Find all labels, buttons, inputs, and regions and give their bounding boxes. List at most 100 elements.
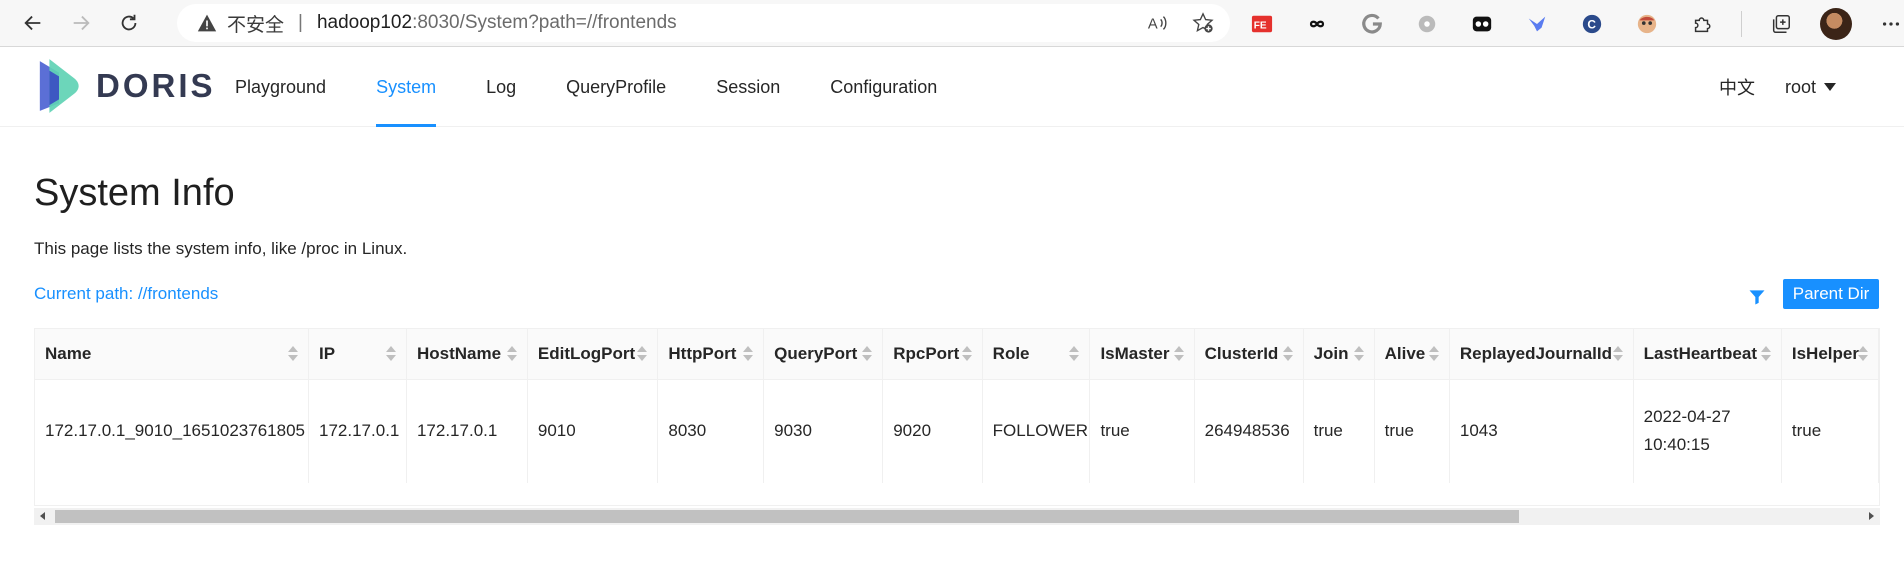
puzzle-icon[interactable] — [1686, 8, 1718, 40]
sort-icon[interactable] — [288, 346, 299, 362]
fe-icon[interactable]: FE — [1246, 8, 1278, 40]
column-header-label: Name — [45, 343, 92, 363]
sort-icon[interactable] — [743, 346, 754, 362]
menu-playground[interactable]: Playground — [210, 47, 351, 125]
column-header-label: HostName — [416, 343, 502, 363]
table-cell: 9020 — [882, 379, 983, 483]
table-cell: 8030 — [657, 379, 765, 483]
bird-icon[interactable] — [1521, 8, 1553, 40]
column-header[interactable]: IsHelper — [1781, 329, 1879, 380]
current-path[interactable]: Current path: //frontends — [34, 284, 218, 304]
svg-text:FE: FE — [1254, 21, 1267, 32]
warning-icon[interactable] — [197, 12, 219, 34]
forward-button[interactable] — [62, 4, 100, 42]
table-cell: 9010 — [527, 379, 659, 483]
column-header-label: EditLogPort — [537, 343, 636, 363]
extensions-bar: FE C — [1246, 8, 1904, 40]
g-icon[interactable] — [1356, 8, 1388, 40]
column-header[interactable]: Name — [35, 329, 310, 380]
column-header[interactable]: IsMaster — [1089, 329, 1195, 380]
column-header-label: LastHeartbeat — [1643, 343, 1757, 363]
filter-icon[interactable] — [1747, 287, 1767, 307]
column-header[interactable]: ClusterId — [1194, 329, 1304, 380]
scroll-left-icon[interactable] — [40, 512, 45, 520]
table-row: 172.17.0.1_9010_1651023761805 172.17.0.1 1… — [35, 379, 1879, 483]
parent-dir-button[interactable]: Parent Dir — [1783, 279, 1879, 309]
table-cell: FOLLOWER — [982, 379, 1091, 483]
url-separator: | — [298, 12, 303, 33]
table-cell: true — [1374, 379, 1450, 483]
settings-flower-icon[interactable] — [1411, 8, 1443, 40]
system-table: Name IP HostName EditLogPort HttpPort QueryPo… — [34, 328, 1880, 506]
column-header-label: IsHelper — [1791, 343, 1859, 363]
table-header-row: Name IP HostName EditLogPort HttpPort QueryPo… — [35, 329, 1879, 380]
page-title: System Info — [34, 172, 235, 214]
address-bar[interactable]: 不安全 | hadoop102:8030/System?path=//front… — [177, 4, 1230, 42]
mask-icon[interactable] — [1466, 8, 1498, 40]
table-cell: 2022-04-27 10:40:15 — [1633, 379, 1782, 483]
table-cell: 172.17.0.1 — [406, 379, 528, 483]
column-header[interactable]: LastHeartbeat — [1633, 329, 1782, 380]
column-header[interactable]: QueryPort — [763, 329, 884, 380]
sort-icon[interactable] — [1282, 346, 1293, 362]
menu-queryprofile[interactable]: QueryProfile — [541, 47, 691, 125]
table-cell: true — [1781, 379, 1879, 483]
favorite-add-icon[interactable] — [1190, 10, 1216, 36]
sort-icon[interactable] — [1858, 346, 1868, 362]
arrow-right-icon — [73, 15, 90, 31]
table-cell: true — [1089, 379, 1195, 483]
sort-icon[interactable] — [385, 346, 396, 362]
doris-logo[interactable]: DORIS — [36, 57, 216, 115]
arrow-left-icon — [24, 15, 41, 31]
sort-icon[interactable] — [1173, 346, 1184, 362]
column-header[interactable]: HttpPort — [657, 329, 765, 380]
menu-configuration[interactable]: Configuration — [805, 47, 962, 125]
column-header-label: IP — [319, 343, 336, 363]
c-icon[interactable]: C — [1576, 8, 1608, 40]
column-header[interactable]: Join — [1303, 329, 1375, 380]
more-icon[interactable] — [1875, 8, 1904, 40]
column-header[interactable]: HostName — [406, 329, 528, 380]
sort-icon[interactable] — [1069, 346, 1080, 362]
sort-icon[interactable] — [1428, 346, 1439, 362]
main-menu: Playground System Log QueryProfile Sessi… — [210, 47, 962, 127]
column-header-label: Role — [992, 343, 1030, 363]
menu-session[interactable]: Session — [691, 47, 805, 125]
insecure-label: 不安全 — [227, 14, 285, 36]
column-header[interactable]: Alive — [1374, 329, 1450, 380]
read-aloud-icon[interactable]: A — [1144, 10, 1170, 36]
language-switch[interactable]: 中文 — [1719, 74, 1755, 100]
infinity-icon[interactable] — [1301, 8, 1333, 40]
sort-icon[interactable] — [1353, 346, 1364, 362]
table-cell: 264948536 — [1194, 379, 1304, 483]
menu-log[interactable]: Log — [461, 47, 541, 125]
collections-icon[interactable] — [1765, 8, 1797, 40]
sort-icon[interactable] — [1612, 346, 1623, 362]
refresh-button[interactable] — [110, 4, 148, 42]
menu-system[interactable]: System — [351, 47, 461, 127]
horizontal-scrollbar[interactable] — [34, 508, 1880, 525]
column-header[interactable]: RpcPort — [882, 329, 983, 380]
frontends-table: Name IP HostName EditLogPort HttpPort QueryPo… — [35, 329, 1879, 483]
column-header-label: ClusterId — [1204, 343, 1279, 363]
header-actions: 中文 root — [1719, 74, 1836, 100]
back-button[interactable] — [14, 4, 52, 42]
scroll-right-icon[interactable] — [1869, 512, 1874, 520]
logo-text: DORIS — [96, 67, 216, 104]
face-icon[interactable] — [1631, 8, 1663, 40]
svg-text:C: C — [1587, 18, 1596, 32]
column-header[interactable]: ReplayedJournalId — [1449, 329, 1634, 380]
column-header[interactable]: Role — [982, 329, 1091, 380]
user-menu[interactable]: root — [1785, 77, 1836, 98]
sort-icon[interactable] — [1760, 346, 1771, 362]
column-header[interactable]: IP — [308, 329, 407, 380]
sort-icon[interactable] — [506, 346, 517, 362]
sort-icon[interactable] — [961, 346, 972, 362]
avatar[interactable] — [1820, 8, 1852, 40]
sort-icon[interactable] — [862, 346, 873, 362]
table-cell: 172.17.0.1_9010_1651023761805 — [35, 379, 310, 483]
scrollbar-thumb[interactable] — [55, 510, 1519, 523]
app-header: DORIS Playground System Log QueryProfile… — [0, 47, 1904, 127]
column-header[interactable]: EditLogPort — [527, 329, 659, 380]
sort-icon[interactable] — [637, 346, 648, 362]
